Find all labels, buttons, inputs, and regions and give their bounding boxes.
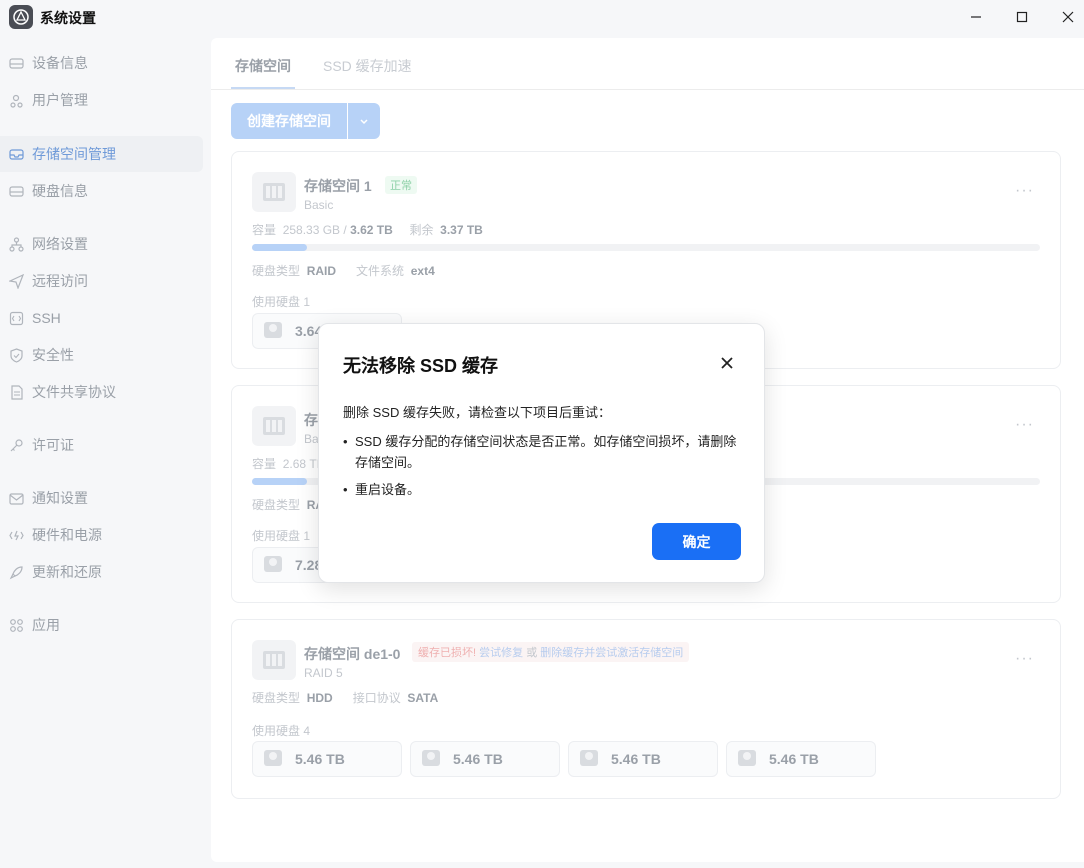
pool-name: 存储空间 1	[304, 178, 372, 194]
chevron-down-icon	[359, 114, 369, 129]
sidebar-item-storage[interactable]: 存储空间管理	[0, 136, 203, 172]
cache-error-badge: 缓存已损坏! 尝试修复 或 删除缓存并尝试激活存储空间	[412, 642, 690, 662]
app-logo-icon	[9, 5, 33, 29]
capacity-info: 容量 2.68 TB	[252, 457, 325, 471]
disks-label: 使用硬盘 1	[252, 295, 311, 309]
sidebar-item-file-sharing[interactable]: 文件共享协议	[0, 374, 203, 410]
sidebar-item-security[interactable]: 安全性	[0, 337, 203, 373]
more-icon[interactable]: ···	[1015, 182, 1034, 200]
disks-label: 使用硬盘 4	[252, 724, 311, 738]
repair-link[interactable]: 尝试修复	[479, 647, 523, 659]
dialog-title: 无法移除 SSD 缓存	[343, 356, 499, 376]
disk-chip: 5.46 TB	[726, 741, 876, 777]
sidebar-item-update-restore[interactable]: 更新和还原	[0, 554, 203, 590]
close-icon[interactable]	[716, 352, 738, 374]
nas-icon	[252, 640, 296, 680]
monitor-icon	[8, 55, 24, 71]
minimize-icon[interactable]	[961, 4, 991, 30]
tab-storage[interactable]: 存储空间	[235, 56, 291, 76]
capacity-progress	[252, 244, 1040, 251]
sidebar-item-license[interactable]: 许可证	[0, 427, 203, 463]
sidebar-item-disk-info[interactable]: 硬盘信息	[0, 173, 203, 209]
disk-type-info: 硬盘类型 HDD 接口协议 SATA	[252, 691, 439, 705]
capacity-progress-fill	[252, 478, 308, 485]
confirm-button[interactable]: 确定	[652, 523, 741, 560]
dialog-bullet: • SSD 缓存分配的存储空间状态是否正常。如存储空间损坏，请删除存储空间。	[343, 434, 737, 470]
shield-icon	[8, 347, 24, 363]
pool-name: 存储空间 de1-0	[304, 646, 401, 662]
maximize-icon[interactable]	[1007, 4, 1037, 30]
close-icon[interactable]	[1053, 4, 1083, 30]
more-icon[interactable]: ···	[1015, 416, 1034, 434]
document-icon	[8, 384, 24, 400]
dialog-bullet: • 重启设备。	[343, 482, 421, 497]
mail-icon	[8, 490, 24, 506]
capacity-progress-fill	[252, 244, 308, 251]
drive-icon	[8, 183, 24, 199]
disk-chip: 5.46 TB	[568, 741, 718, 777]
tab-underline	[231, 87, 295, 89]
disk-chip: 5.46 TB	[252, 741, 402, 777]
storage-icon	[8, 146, 24, 162]
window-title: 系统设置	[40, 10, 96, 26]
hdd-icon	[579, 748, 599, 771]
sidebar-item-ssh[interactable]: SSH	[0, 300, 203, 336]
dialog-message: 删除 SSD 缓存失败，请检查以下项目后重试：	[343, 405, 611, 420]
delete-cache-link[interactable]: 删除缓存并尝试激活存储空间	[540, 647, 683, 659]
terminal-icon	[8, 310, 24, 326]
title-bar: 系统设置	[0, 0, 1084, 36]
disk-type-info: 硬盘类型 RAID 文件系统 ext4	[252, 264, 435, 278]
capacity-info: 容量 258.33 GB / 3.62 TB 剩余 3.37 TB	[252, 223, 483, 237]
hdd-icon	[263, 320, 283, 343]
hdd-icon	[737, 748, 757, 771]
pool-type: Basic	[304, 198, 334, 212]
hdd-icon	[421, 748, 441, 771]
sidebar-item-apps[interactable]: 应用	[0, 607, 203, 643]
sidebar-item-remote-access[interactable]: 远程访问	[0, 263, 203, 299]
create-dropdown-button[interactable]	[348, 103, 380, 139]
pool-type: RAID 5	[304, 666, 343, 680]
users-icon	[8, 92, 24, 108]
status-badge: 正常	[385, 176, 417, 194]
sidebar-item-notifications[interactable]: 通知设置	[0, 480, 203, 516]
rocket-icon	[8, 564, 24, 580]
sidebar-item-device-info[interactable]: 设备信息	[0, 45, 203, 81]
hdd-icon	[263, 554, 283, 577]
disks-label: 使用硬盘 1	[252, 529, 311, 543]
error-dialog: 无法移除 SSD 缓存 删除 SSD 缓存失败，请检查以下项目后重试： • SSD…	[318, 323, 765, 583]
key-icon	[8, 437, 24, 453]
send-icon	[8, 273, 24, 289]
apps-icon	[8, 617, 24, 633]
disk-chip: 5.46 TB	[410, 741, 560, 777]
sidebar-item-users[interactable]: 用户管理	[0, 82, 203, 118]
sidebar-item-network[interactable]: 网络设置	[0, 226, 203, 262]
tab-ssd-cache[interactable]: SSD 缓存加速	[323, 56, 412, 76]
nas-icon	[252, 406, 296, 446]
create-storage-button[interactable]: 创建存储空间	[231, 103, 347, 139]
network-icon	[8, 236, 24, 252]
tab-bar: 存储空间 SSD 缓存加速	[211, 38, 1084, 90]
power-icon	[8, 527, 24, 543]
storage-pool-card: 存储空间 de1-0 缓存已损坏! 尝试修复 或 删除缓存并尝试激活存储空间 R…	[231, 619, 1061, 799]
hdd-icon	[263, 748, 283, 771]
sidebar: 设备信息 用户管理 存储空间管理 硬盘信息 网络设置 远程访问 SSH 安全性 …	[0, 36, 210, 868]
nas-icon	[252, 172, 296, 212]
more-icon[interactable]: ···	[1015, 650, 1034, 668]
sidebar-item-hardware-power[interactable]: 硬件和电源	[0, 517, 203, 553]
